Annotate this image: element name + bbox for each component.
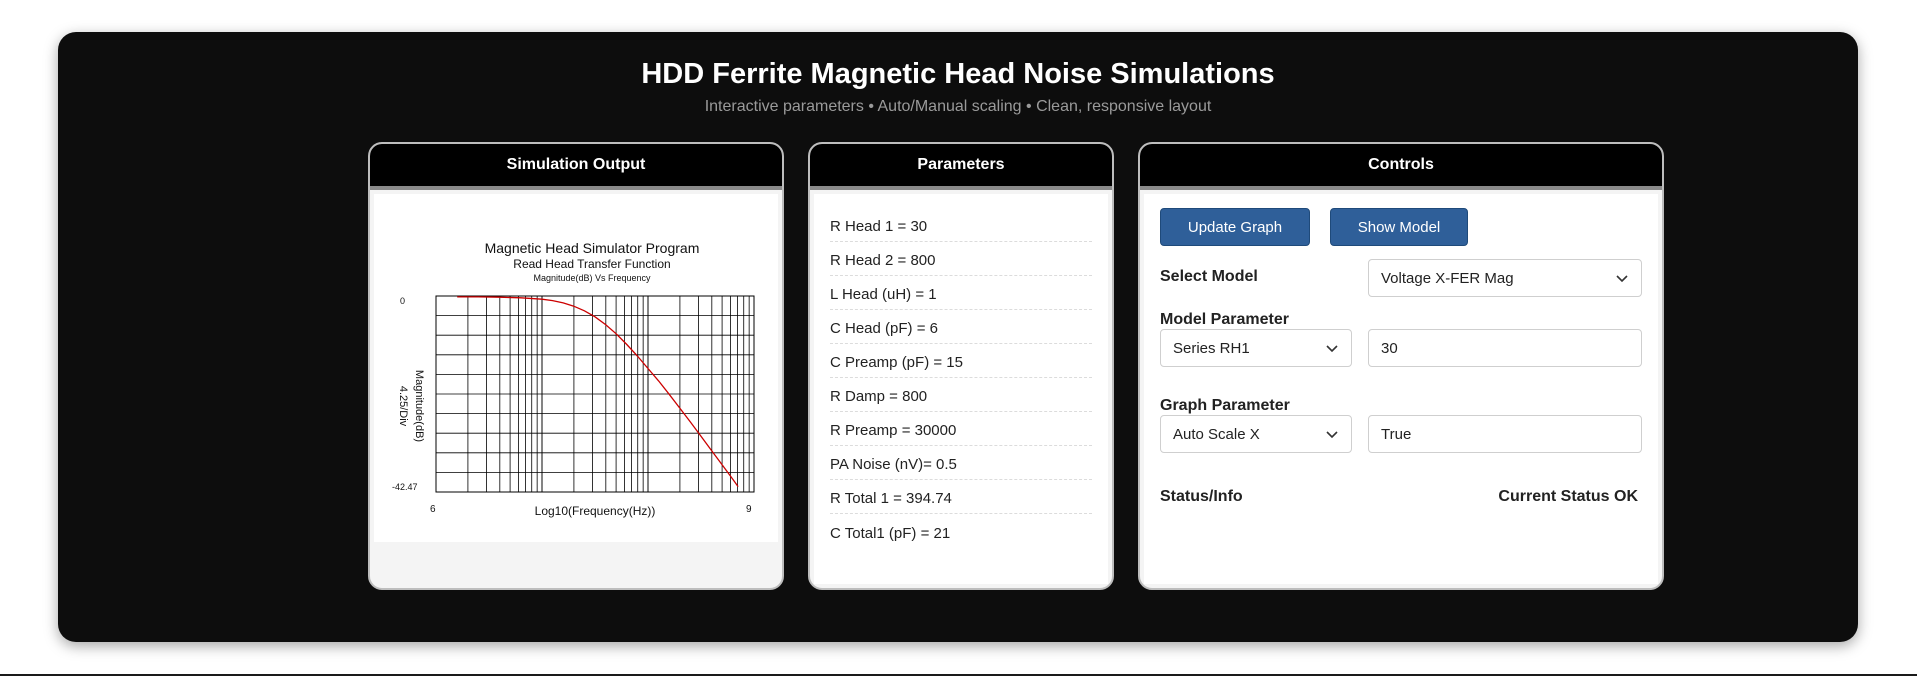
param-item: L Head (uH) = 1 xyxy=(830,276,1092,310)
show-model-button[interactable]: Show Model xyxy=(1330,208,1468,246)
y-axis-label-2: 4.25/Div xyxy=(397,386,409,427)
param-item: R Head 2 = 800 xyxy=(830,242,1092,276)
param-item: PA Noise (nV)= 0.5 xyxy=(830,446,1092,480)
param-item: C Total1 (pF) = 21 xyxy=(830,525,951,542)
chevron-down-icon xyxy=(1326,431,1338,439)
page-subtitle: Interactive parameters • Auto/Manual sca… xyxy=(704,98,1212,115)
chart-subtitle: Read Head Transfer Function xyxy=(513,257,670,271)
select-model-label: Select Model xyxy=(1160,268,1258,285)
graph-parameter-label: Graph Parameter xyxy=(1160,397,1290,414)
x-tick-right: 9 xyxy=(746,504,752,515)
select-model-value: Voltage X-FER Mag xyxy=(1381,269,1514,287)
page-title: HDD Ferrite Magnetic Head Noise Simulati… xyxy=(641,58,1275,90)
transfer-function-chart: Magnetic Head Simulator Program Read Hea… xyxy=(392,240,755,518)
param-item: C Preamp (pF) = 15 xyxy=(830,344,1092,378)
param-item: R Preamp = 30000 xyxy=(830,412,1092,446)
parameters-panel: Parameters R Head 1 = 30 R Head 2 = 800 … xyxy=(808,142,1114,590)
model-parameter-select-value: Series RH1 xyxy=(1173,339,1250,357)
model-parameter-label: Model Parameter xyxy=(1160,311,1289,328)
param-item: R Head 1 = 30 xyxy=(830,208,1092,242)
model-parameter-input-value: 30 xyxy=(1381,339,1398,357)
x-axis-label: Log10(Frequency(Hz)) xyxy=(535,504,656,518)
chart-grid xyxy=(435,295,755,493)
parameters-list: R Head 1 = 30 R Head 2 = 800 L Head (uH)… xyxy=(814,194,1108,584)
chart-area: Magnetic Head Simulator Program Read Hea… xyxy=(374,194,778,542)
y-axis-label: Magnitude(dB) xyxy=(413,370,425,442)
param-item: R Damp = 800 xyxy=(830,378,1092,412)
update-graph-button[interactable]: Update Graph xyxy=(1160,208,1310,246)
controls-title: Controls xyxy=(1140,144,1662,190)
status-info-label: Status/Info xyxy=(1160,488,1243,505)
param-item: C Head (pF) = 6 xyxy=(830,310,1092,344)
app-window: HDD Ferrite Magnetic Head Noise Simulati… xyxy=(58,32,1858,642)
chart-subtitle-2: Magnitude(dB) Vs Frequency xyxy=(533,273,651,283)
simulation-output-panel: Simulation Output Magnetic Head Simulato… xyxy=(368,142,784,590)
graph-parameter-input[interactable]: True xyxy=(1368,415,1642,453)
y-tick-bottom: -42.47 xyxy=(392,482,418,492)
simulation-output-title: Simulation Output xyxy=(370,144,782,190)
controls-body: Update Graph Show Model Select Model Vol… xyxy=(1144,194,1658,584)
model-parameter-input[interactable]: 30 xyxy=(1368,329,1642,367)
select-model-dropdown[interactable]: Voltage X-FER Mag xyxy=(1368,259,1642,297)
page-bottom-border xyxy=(0,674,1917,676)
x-tick-left: 6 xyxy=(430,504,436,515)
series-line xyxy=(457,296,739,487)
y-tick-top: 0 xyxy=(400,296,405,306)
chevron-down-icon xyxy=(1616,275,1628,283)
controls-panel: Controls Update Graph Show Model Select … xyxy=(1138,142,1664,590)
chart-title: Magnetic Head Simulator Program xyxy=(485,240,700,256)
chevron-down-icon xyxy=(1326,345,1338,353)
status-value: Current Status OK xyxy=(1498,488,1638,505)
graph-parameter-dropdown[interactable]: Auto Scale X xyxy=(1160,415,1352,453)
param-item: R Total 1 = 394.74 xyxy=(830,480,1092,514)
parameters-title: Parameters xyxy=(810,144,1112,190)
model-parameter-dropdown[interactable]: Series RH1 xyxy=(1160,329,1352,367)
graph-parameter-input-value: True xyxy=(1381,425,1412,443)
graph-parameter-select-value: Auto Scale X xyxy=(1173,425,1260,443)
